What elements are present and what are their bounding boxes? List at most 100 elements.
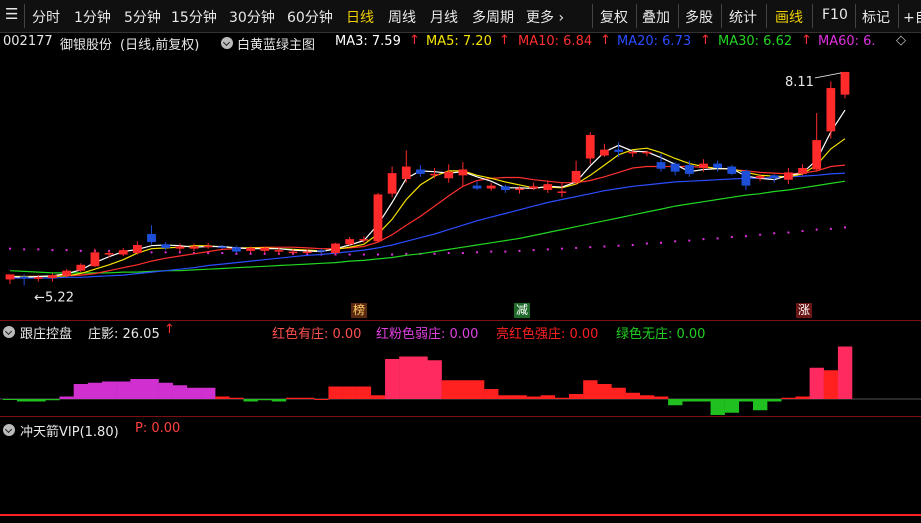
ma60-point: [263, 252, 266, 255]
ma60-point: [674, 240, 677, 243]
tab-60min[interactable]: 60分钟: [287, 7, 333, 27]
multi-stock-button[interactable]: 多股: [685, 7, 713, 27]
control-bar: [130, 379, 145, 399]
candle-body: [232, 247, 241, 252]
candle-body: [755, 176, 765, 179]
tab-1min[interactable]: 1分钟: [74, 7, 111, 27]
chevron-down-icon[interactable]: [3, 326, 15, 338]
candle-body: [288, 251, 298, 254]
control-bar: [285, 397, 301, 399]
tab-multi-period[interactable]: 多周期: [472, 7, 514, 27]
tab-weekly[interactable]: 周线: [388, 7, 416, 27]
ma60-point: [362, 253, 365, 256]
candle-body: [331, 243, 340, 254]
period-toolbar: ☰ 分时 1分钟 5分钟 15分钟 30分钟 60分钟 日线 周线 月线 多周期…: [0, 0, 921, 33]
candle-body: [345, 239, 355, 245]
control-bar: [823, 370, 839, 399]
candle-body: [727, 166, 737, 174]
ma60-point: [23, 248, 26, 251]
ma60-point: [645, 242, 648, 245]
tab-5min[interactable]: 5分钟: [124, 7, 161, 27]
up-arrow-icon: ↑: [801, 33, 812, 48]
tab-15min[interactable]: 15分钟: [171, 7, 217, 27]
candle-body: [260, 247, 270, 251]
ma60-point: [603, 245, 606, 248]
ma20-label: MA20: 6.73: [617, 34, 692, 49]
dealer-control-histogram[interactable]: [0, 340, 921, 415]
control-bar: [314, 399, 329, 400]
add-self-select-button[interactable]: +自: [903, 7, 921, 27]
candle-body: [118, 250, 128, 255]
candle-body: [543, 184, 553, 190]
control-bar: [795, 396, 810, 399]
tab-30min[interactable]: 30分钟: [229, 7, 275, 27]
control-bar: [59, 396, 74, 399]
mark-button[interactable]: 标记: [862, 7, 890, 27]
control-bar: [356, 386, 372, 399]
low-price-label: ←5.22: [34, 290, 74, 305]
signal-marker-zhang: 涨: [796, 303, 813, 318]
diamond-icon[interactable]: ◇: [896, 33, 906, 48]
candle-body: [316, 250, 326, 252]
tab-more[interactable]: 更多 ›: [526, 7, 564, 27]
restore-rights-button[interactable]: 复权: [600, 7, 628, 27]
candle-body: [430, 173, 439, 176]
ma60-point: [702, 238, 705, 241]
control-bar: [73, 384, 89, 399]
stock-code: 002177: [3, 34, 53, 49]
panel-divider: [0, 320, 921, 321]
up-arrow-icon: ↑: [499, 33, 510, 48]
control-bar: [399, 356, 414, 399]
control-bar: [554, 397, 570, 399]
candle-body: [769, 175, 779, 179]
overlay-button[interactable]: 叠加: [642, 7, 670, 27]
ma60-point: [730, 235, 733, 238]
f10-button[interactable]: F10: [822, 7, 848, 23]
chevron-down-icon[interactable]: [3, 424, 15, 436]
control-bar: [87, 382, 103, 399]
candle-body: [684, 165, 694, 174]
rocket-signal-chart[interactable]: [0, 437, 921, 523]
draw-line-button[interactable]: 画线: [775, 7, 803, 27]
ma60-point: [773, 232, 776, 235]
high-price-label: 8.11: [785, 75, 814, 90]
control-bar: [653, 396, 669, 399]
ma60-point: [759, 233, 762, 236]
control-bar: [767, 399, 782, 402]
ma60-point: [504, 250, 507, 253]
candle-body: [741, 170, 751, 186]
candle-body: [458, 169, 468, 176]
ma60-point: [660, 241, 663, 244]
candle-body: [557, 191, 567, 193]
tab-monthly[interactable]: 月线: [430, 7, 458, 27]
ma60-point: [829, 227, 832, 230]
ma60-point: [560, 247, 563, 250]
tab-fenshi[interactable]: 分时: [32, 7, 60, 27]
ma60-point: [744, 235, 747, 238]
candle-body: [486, 185, 496, 189]
control-bar: [583, 380, 598, 399]
control-bar: [215, 396, 230, 399]
tab-daily[interactable]: 日线: [346, 7, 374, 27]
candle-body: [302, 251, 312, 254]
divider: [592, 4, 593, 28]
divider: [855, 4, 856, 28]
ma60-point: [37, 248, 40, 251]
candle-body: [444, 171, 454, 179]
divider: [812, 4, 813, 28]
menu-toggle-icon[interactable]: ☰: [5, 5, 18, 23]
control-bar: [526, 396, 541, 399]
control-bar: [144, 379, 159, 399]
candle-body: [500, 186, 510, 190]
ma60-point: [476, 251, 479, 254]
candle-body: [189, 246, 199, 249]
ma60-point: [150, 251, 153, 254]
candle-body: [132, 245, 142, 254]
chevron-down-icon[interactable]: [221, 37, 233, 49]
statistics-button[interactable]: 统计: [729, 7, 757, 27]
ma60-point: [391, 253, 394, 256]
ma60-point: [79, 249, 82, 252]
candlestick-chart[interactable]: 8.11 ←5.22: [0, 50, 921, 320]
divider: [678, 4, 679, 28]
control-bar: [682, 399, 697, 402]
